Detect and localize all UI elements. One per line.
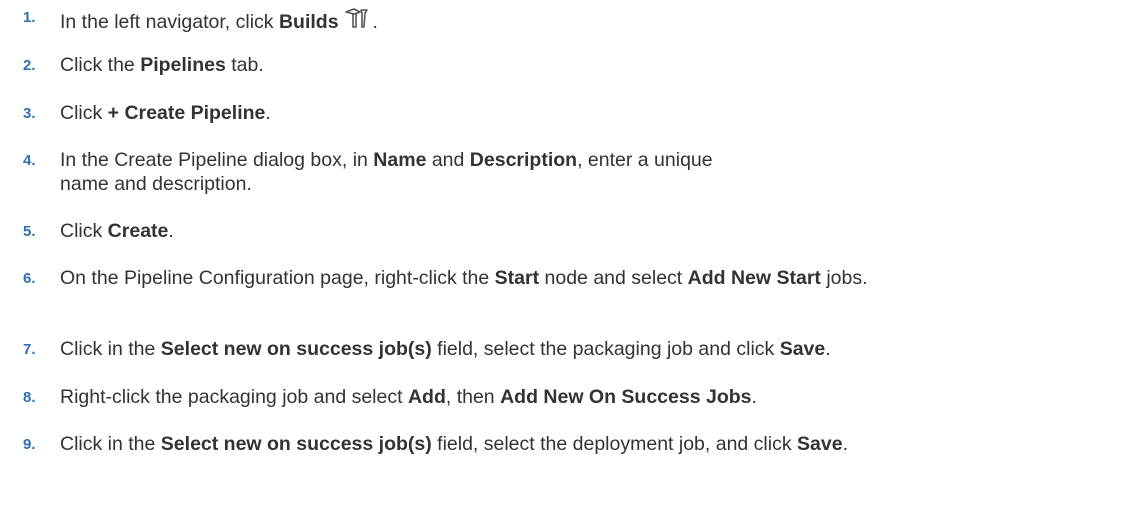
ui-label: Create [107, 220, 169, 242]
step-text: On the Pipeline Configuration page, righ… [60, 267, 868, 289]
step-number: 5. [23, 223, 36, 240]
step-number: 4. [23, 152, 36, 169]
ui-label: Save [797, 433, 843, 455]
ui-label: Save [779, 338, 826, 360]
ui-label: Add New Start [687, 267, 821, 289]
step-number: 7. [23, 341, 36, 358]
step-text: Click in the Select new on success job(s… [60, 433, 848, 455]
ui-label: Add [407, 386, 446, 408]
step-number: 2. [23, 57, 36, 74]
step-number: 3. [23, 105, 36, 122]
step-number: 6. [23, 270, 36, 287]
step-text: Click Create. [60, 220, 174, 242]
step-text: In the Create Pipeline dialog box, in Na… [60, 149, 713, 195]
ui-label: Builds [278, 11, 339, 33]
ui-label: Description [469, 149, 578, 171]
step-number: 8. [23, 389, 36, 406]
ui-label: Start [494, 267, 540, 289]
ui-label: Add New On Success Jobs [500, 386, 752, 408]
step-number: 1. [23, 9, 36, 26]
ui-label: Name [373, 149, 427, 171]
ui-label: + Create Pipeline [107, 102, 266, 124]
step-number: 9. [23, 436, 36, 453]
step-text: Click the Pipelines tab. [60, 54, 264, 76]
step-text: Click in the Select new on success job(s… [60, 338, 831, 360]
step-text: Right-click the packaging job and select… [60, 386, 757, 408]
step-text: Click + Create Pipeline. [60, 102, 271, 124]
ui-label: Pipelines [140, 54, 226, 76]
ui-label: Select new on success job(s) [160, 338, 432, 360]
step-text: In the left navigator, click Builds. [60, 6, 1100, 35]
ui-label: Select new on success job(s) [160, 433, 432, 455]
hammer-icon [343, 6, 373, 30]
